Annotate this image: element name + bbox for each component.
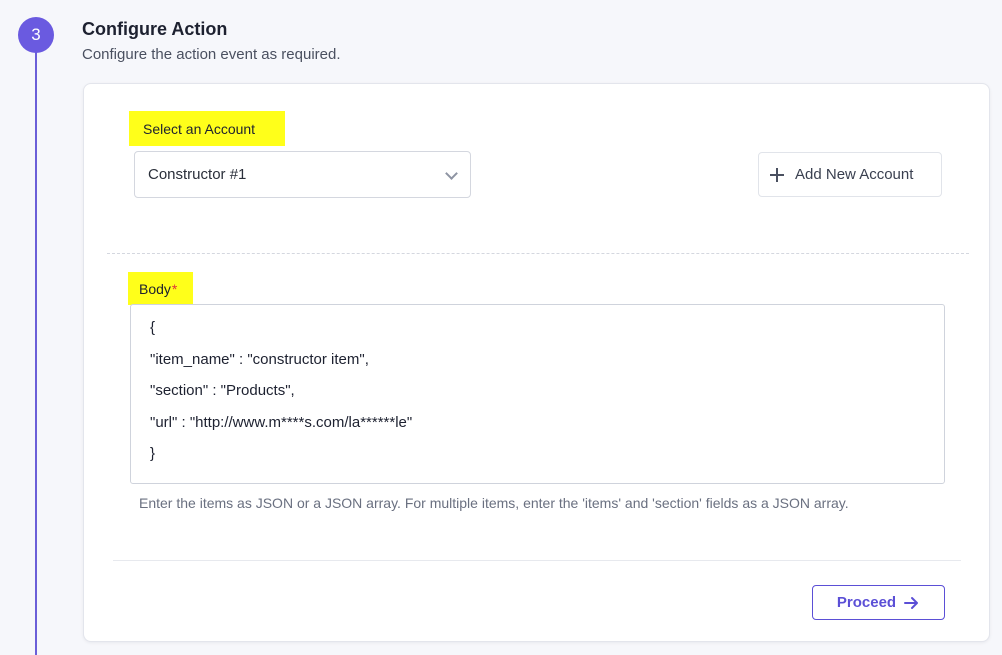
account-label: Select an Account — [129, 111, 285, 146]
proceed-button[interactable]: Proceed — [812, 585, 945, 620]
step-number-badge: 3 — [18, 17, 54, 53]
body-line: { — [150, 319, 156, 336]
account-select[interactable]: Constructor #1 — [134, 151, 471, 198]
section-divider — [107, 253, 969, 254]
plus-icon — [769, 167, 785, 183]
body-label: Body * — [128, 272, 193, 305]
proceed-label: Proceed — [836, 594, 897, 611]
arrow-right-icon — [904, 596, 920, 610]
body-line: "section" : "Products", — [150, 382, 295, 399]
configure-action-card: Select an Account Constructor #1 Add New… — [83, 83, 990, 642]
body-line: } — [150, 445, 156, 462]
body-line: "url" : "http://www.m****s.com/la******l… — [150, 413, 413, 431]
step-title: Configure Action — [82, 19, 228, 39]
required-marker: * — [171, 280, 178, 297]
step-connector-line — [35, 40, 37, 655]
body-line: "item_name" : "constructor item", — [150, 350, 369, 368]
body-label-text: Body — [139, 280, 171, 297]
footer-divider — [113, 560, 961, 561]
add-new-account-button[interactable]: Add New Account — [758, 152, 942, 197]
add-new-account-label: Add New Account — [795, 166, 914, 183]
body-json-editor[interactable]: { "item_name" : "constructor item", "sec… — [130, 304, 945, 484]
account-select-value: Constructor #1 — [148, 166, 247, 183]
step-subtitle: Configure the action event as required. — [82, 46, 341, 63]
chevron-down-icon — [445, 167, 458, 180]
body-help-text: Enter the items as JSON or a JSON array.… — [139, 495, 849, 511]
